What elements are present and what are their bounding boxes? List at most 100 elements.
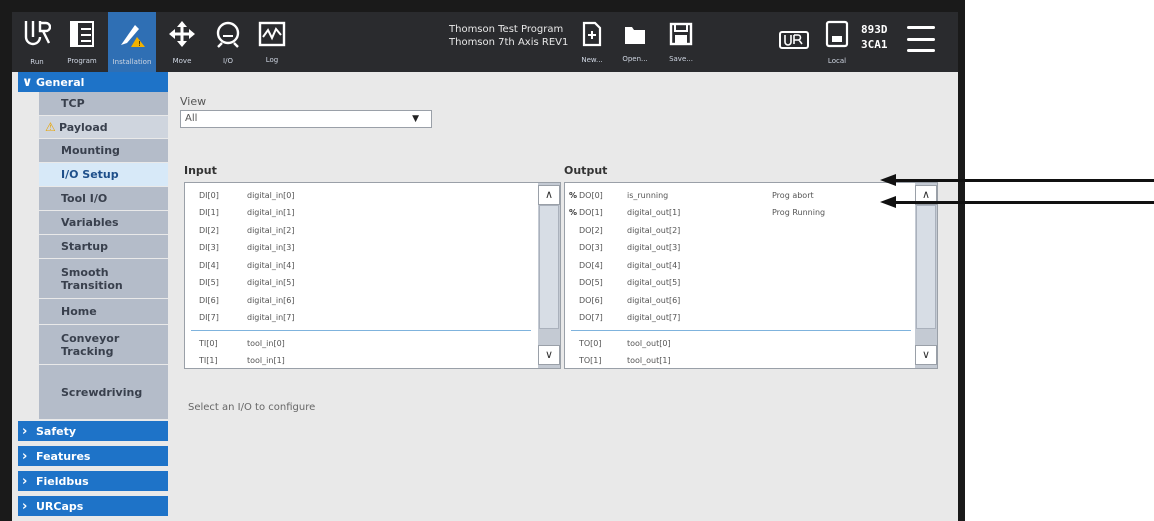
output-row[interactable]: % DO[0] is_running Prog abort <box>569 187 872 203</box>
input-scrollbar[interactable]: ∧ ∨ <box>538 183 560 368</box>
warning-icon: ⚠ <box>45 119 56 134</box>
hamburger-menu-icon[interactable] <box>907 26 935 52</box>
ur-logo-icon <box>23 19 52 56</box>
installation-icon: ! <box>117 19 147 56</box>
sidebar-item-label: Smooth Transition <box>61 265 123 292</box>
output-row[interactable]: DO[2] digital_out[2] <box>569 222 872 238</box>
new-file-button[interactable]: New... <box>574 12 610 72</box>
io-pin: TI[0] <box>199 338 218 348</box>
io-pin: DI[5] <box>199 278 219 287</box>
scrollbar-thumb[interactable] <box>916 205 936 329</box>
annotation-arrowhead-icon <box>880 174 896 186</box>
input-row[interactable]: DI[5] digital_in[5] <box>189 275 392 291</box>
configure-hint: Select an I/O to configure <box>188 402 316 413</box>
sidebar-item-home[interactable]: Home <box>39 299 168 325</box>
io-pin: TO[0] <box>579 338 602 348</box>
section-fieldbus-label: Fieldbus <box>36 474 89 488</box>
robot-serial: 893D 3CA1 <box>861 22 888 52</box>
view-dropdown[interactable]: All ▼ <box>180 110 432 128</box>
nav-installation[interactable]: ! Installation <box>108 12 156 72</box>
input-row[interactable]: DI[0] digital_in[0] <box>189 187 392 203</box>
sidebar-item-mounting[interactable]: Mounting <box>39 139 168 163</box>
output-row[interactable]: DO[6] digital_out[6] <box>569 292 872 308</box>
list-separator <box>571 330 911 331</box>
new-file-label: New... <box>581 55 603 64</box>
log-icon <box>258 21 286 54</box>
output-row[interactable]: DO[7] digital_out[7] <box>569 310 872 326</box>
output-row[interactable]: DO[3] digital_out[3] <box>569 240 872 256</box>
nav-move[interactable]: Move <box>162 12 202 72</box>
section-features[interactable]: › Features <box>18 446 168 466</box>
section-urcaps[interactable]: › URCaps <box>18 496 168 516</box>
output-row[interactable]: TO[1] tool_out[1] <box>569 352 872 368</box>
input-row[interactable]: DI[2] digital_in[2] <box>189 222 392 238</box>
scrollbar-thumb[interactable] <box>539 205 559 329</box>
open-label: Open... <box>622 55 648 63</box>
output-row[interactable]: % DO[1] digital_out[1] Prog Running <box>569 205 872 221</box>
ur-plus-icon <box>779 26 809 58</box>
output-row[interactable]: DO[4] digital_out[4] <box>569 257 872 273</box>
sidebar-item-smooth-transition[interactable]: Smooth Transition <box>39 259 168 299</box>
io-name: digital_out[6] <box>627 295 681 305</box>
nav-run[interactable]: Run <box>18 12 56 72</box>
io-name: is_running <box>627 190 669 200</box>
sidebar-item-tcp[interactable]: TCP <box>39 92 168 116</box>
sidebar-item-label: Home <box>61 305 97 318</box>
section-general-label: General <box>36 75 85 89</box>
io-name: digital_in[6] <box>247 295 295 305</box>
section-general[interactable]: ∨ General <box>18 72 168 92</box>
io-pin: DO[6] <box>579 295 603 305</box>
input-row[interactable]: DI[6] digital_in[6] <box>189 292 392 308</box>
sidebar-item-screwdriving[interactable]: Screwdriving <box>39 365 168 420</box>
nav-move-label: Move <box>172 56 192 65</box>
nav-log[interactable]: Log <box>252 12 292 72</box>
scroll-down-icon[interactable]: ∨ <box>915 345 937 365</box>
input-row[interactable]: DI[1] digital_in[1] <box>189 205 392 221</box>
sidebar-item-io-setup[interactable]: I/O Setup <box>39 163 168 187</box>
ur-plus-button[interactable] <box>774 12 814 72</box>
output-row[interactable]: TO[0] tool_out[0] <box>569 335 872 351</box>
chevron-right-icon: › <box>22 423 28 439</box>
input-row[interactable]: DI[4] digital_in[4] <box>189 257 392 273</box>
sidebar-item-label: Screwdriving <box>61 385 143 399</box>
input-row[interactable]: TI[0] tool_in[0] <box>189 335 392 351</box>
sidebar-item-label: Conveyor Tracking <box>61 331 120 358</box>
input-row[interactable]: TI[1] tool_in[1] <box>189 352 392 368</box>
output-row[interactable]: DO[5] digital_out[5] <box>569 275 872 291</box>
view-label: View <box>180 95 207 108</box>
output-scrollbar[interactable]: ∧ ∨ <box>915 183 937 368</box>
io-pin: DO[2] <box>579 225 603 235</box>
section-safety[interactable]: › Safety <box>18 421 168 441</box>
program-name: Thomson Test Program <box>449 24 564 35</box>
sidebar-item-variables[interactable]: Variables <box>39 211 168 235</box>
input-row[interactable]: DI[7] digital_in[7] <box>189 310 392 326</box>
input-list[interactable]: DI[0] digital_in[0] DI[1] digital_in[1] DI[2… <box>184 182 561 369</box>
sidebar-item-label: I/O Setup <box>61 168 119 181</box>
sidebar-item-payload[interactable]: ⚠ Payload <box>39 116 168 139</box>
sidebar-item-tool-io[interactable]: Tool I/O <box>39 187 168 211</box>
io-name: tool_out[1] <box>627 355 671 365</box>
serial-line-1: 893D <box>861 23 888 36</box>
io-name: digital_out[1] <box>627 208 681 217</box>
scroll-down-icon[interactable]: ∨ <box>538 345 560 365</box>
save-button[interactable]: Save... <box>662 12 700 72</box>
io-name: digital_out[2] <box>627 225 681 235</box>
chevron-down-icon: ∨ <box>22 74 33 90</box>
sidebar-item-conveyor-tracking[interactable]: Conveyor Tracking <box>39 325 168 365</box>
local-mode-button[interactable]: Local <box>818 12 856 72</box>
scroll-up-icon[interactable]: ∧ <box>538 185 560 205</box>
section-safety-label: Safety <box>36 424 77 438</box>
save-icon <box>669 21 693 53</box>
io-name: digital_in[0] <box>247 190 295 200</box>
output-list[interactable]: % DO[0] is_running Prog abort % DO[1] digital_… <box>564 182 938 369</box>
sidebar-item-label: Mounting <box>61 144 120 157</box>
io-pin: DI[1] <box>199 208 219 217</box>
sidebar-item-startup[interactable]: Startup <box>39 235 168 259</box>
io-pin: TI[1] <box>199 355 218 365</box>
section-fieldbus[interactable]: › Fieldbus <box>18 471 168 491</box>
input-row[interactable]: DI[3] digital_in[3] <box>189 240 392 256</box>
nav-program[interactable]: Program <box>60 12 104 72</box>
nav-io[interactable]: I/O <box>208 12 248 72</box>
open-button[interactable]: Open... <box>616 12 654 72</box>
io-name: digital_in[5] <box>247 278 295 287</box>
